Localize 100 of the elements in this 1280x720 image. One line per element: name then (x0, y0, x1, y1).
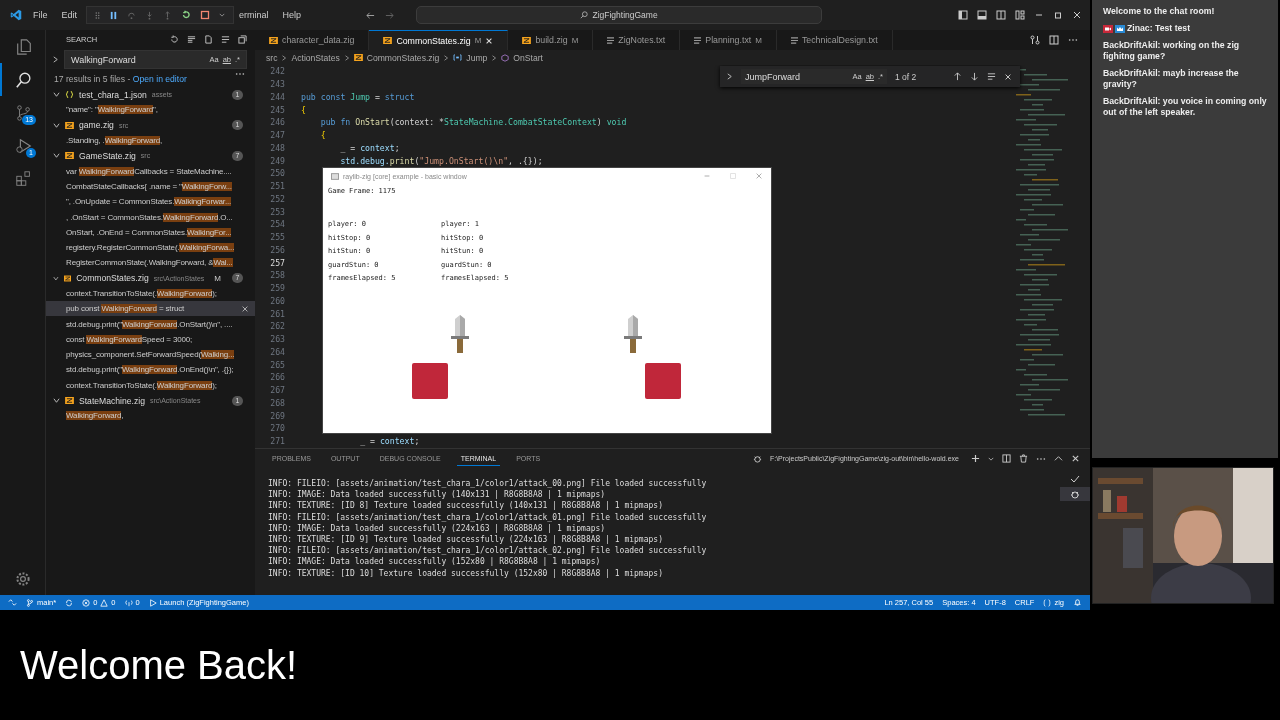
breadcrumb-item[interactable]: ActionStates (291, 52, 340, 63)
trash-icon[interactable] (1019, 454, 1028, 463)
error-icon (82, 598, 91, 607)
camera-badge-icon (1103, 24, 1113, 33)
crown-badge-icon (1115, 24, 1125, 33)
line-number: 263 (269, 334, 285, 345)
match-result[interactable]: registery.RegisterCommonState(.WalkingForwa... (46, 239, 255, 256)
compare-changes-icon[interactable] (1030, 35, 1040, 45)
zig-file-icon (65, 397, 74, 405)
match-result[interactable]: physics_component.SetForwardSpeed(Walking... (46, 347, 255, 363)
match-result[interactable]: "name": "WalkingForward", (46, 102, 255, 118)
chat-message: Welcome to the chat room! (1103, 6, 1216, 17)
match-result[interactable]: CombatStateCallbacks{ .name = "WalkingForw... (46, 178, 255, 195)
view-as-tree-icon[interactable] (221, 34, 230, 44)
editor-tab[interactable]: Planning.txt M (680, 30, 777, 50)
split-layout-icon[interactable] (996, 10, 1006, 20)
stop-icon[interactable] (200, 10, 211, 20)
editor-tab[interactable]: build.zig M (508, 30, 594, 50)
remote-icon[interactable] (8, 598, 17, 607)
step-over-icon[interactable] (127, 10, 137, 20)
caret-icon[interactable] (988, 455, 994, 462)
chevron-icon (281, 54, 288, 61)
match-result[interactable]: std.debug.print("WalkingForward.OnEnd()\n", .{}); (46, 362, 255, 378)
sync-icon[interactable] (65, 598, 74, 607)
find-in-selection-icon[interactable] (987, 72, 996, 81)
menu-item[interactable]: erminal (236, 10, 272, 20)
more-icon[interactable] (235, 72, 245, 76)
forward-arrow-icon[interactable] (385, 10, 395, 20)
menu-item[interactable]: File (30, 10, 51, 20)
check-icon[interactable] (1070, 474, 1080, 484)
close-icon[interactable] (1071, 454, 1080, 463)
terminal-line: INFO: IMAGE: Data loaded successfully (152x80 | R8G8B8A8 | 1 mipmaps) (268, 557, 602, 569)
collapse-all-icon[interactable] (238, 34, 247, 44)
zig-file-icon (353, 54, 363, 61)
match-result[interactable]: OnStart, .OnEnd = CommonStates.WalkingFor... (46, 224, 255, 240)
plus-icon[interactable] (971, 454, 980, 463)
up-arrow-icon[interactable] (953, 72, 962, 81)
match-result[interactable]: context.TransitionToState(.WalkingForward); (46, 285, 255, 302)
search-icon (580, 11, 589, 19)
match-result[interactable]: WalkingForward, (46, 408, 255, 424)
command-center[interactable]: ZigFightingGame (416, 6, 823, 24)
refresh-icon[interactable] (170, 34, 179, 44)
menu-item[interactable]: Edit (58, 10, 81, 20)
match-result[interactable]: .Standing, .WalkingForward, (46, 132, 255, 149)
sidebar-toggle-icon[interactable] (958, 10, 968, 20)
open-in-editor-link[interactable]: Open in editor (132, 74, 187, 84)
down-arrow-icon[interactable] (970, 72, 979, 81)
match-result[interactable]: pub const WalkingForward = struct (46, 301, 255, 317)
chevron-icon[interactable] (726, 73, 733, 80)
chevron-icon (343, 54, 350, 61)
split-editor-icon[interactable] (1049, 35, 1059, 45)
breadcrumb-item[interactable]: OnStart (513, 52, 543, 63)
editor-tab[interactable]: TechnicalDesign.txt (776, 30, 893, 50)
maximize-panel-icon[interactable] (1054, 454, 1063, 463)
close-icon[interactable] (1004, 72, 1012, 81)
warning-icon (100, 598, 109, 607)
layout-icon[interactable] (1015, 10, 1025, 20)
line-number: 259 (269, 283, 285, 294)
match-result[interactable]: std.debug.print("WalkingForward.OnStart()\n", .... (46, 316, 255, 332)
match-result[interactable]: var WalkingForwardCallbacks = StateMachine.... (46, 163, 255, 179)
match-result[interactable]: context.TransitionToState(.WalkingForward); (46, 377, 255, 393)
more-icon[interactable] (1068, 38, 1078, 42)
editor-tab[interactable]: ZigNotes.txt (593, 30, 681, 50)
breadcrumb-item[interactable]: CommonStates.zig (366, 52, 440, 63)
chevron-icon[interactable] (52, 56, 59, 63)
caret-icon[interactable] (219, 12, 226, 18)
bell-icon[interactable] (1073, 598, 1082, 607)
line-number: 254 (269, 219, 285, 230)
grip-icon[interactable] (95, 10, 101, 20)
split-terminal-icon[interactable] (1002, 454, 1011, 463)
code-line: _ = context; (359, 436, 420, 447)
match-count: 1 of 2 (895, 71, 918, 82)
clear-results-icon[interactable] (187, 34, 196, 44)
line-number: 247 (269, 130, 285, 141)
zig-file-icon (269, 36, 278, 44)
panel-toggle-icon[interactable] (977, 10, 987, 20)
terminal-line: INFO: FILEIO: [assets/animation/test_chara_1/color1/attack_01.png] File loaded successfully (268, 512, 708, 524)
editor-tab[interactable]: CommonStates.zig M (369, 30, 509, 50)
terminal-list-item[interactable] (1060, 487, 1090, 501)
pause-icon[interactable] (109, 10, 119, 20)
menu-item[interactable]: Help (279, 10, 305, 20)
close-icon[interactable] (1072, 10, 1082, 20)
back-arrow-icon[interactable] (366, 10, 376, 20)
match-result[interactable]: , .OnStart = CommonStates.WalkingForward.O... (46, 209, 255, 225)
more-icon[interactable] (1036, 456, 1046, 461)
new-search-icon[interactable] (204, 34, 213, 44)
restart-icon[interactable] (181, 10, 192, 20)
line-number: 250 (269, 168, 285, 179)
breadcrumb-item[interactable]: src (266, 52, 278, 63)
terminal-line: INFO: TEXTURE: [ID 8] Texture loaded successfully (140x131 | R8G8B8A8 | 1 mipmaps) (268, 501, 664, 513)
dismiss-icon[interactable] (241, 304, 249, 313)
extensions-icon (14, 169, 33, 188)
restore-icon[interactable] (1053, 10, 1063, 20)
text-file-icon (607, 36, 615, 44)
match-result[interactable]: const WalkingForwardSpeed = 3000; (46, 331, 255, 348)
files-icon (14, 37, 33, 56)
breadcrumb-item[interactable]: Jump (466, 52, 488, 63)
match-result[interactable]: RegisterCommonState(.WalkingForward, &Wal... (46, 255, 255, 271)
settings-icon[interactable] (14, 571, 31, 587)
match-result[interactable]: ", .OnUpdate = CommonStates.WalkingForwar... (46, 194, 255, 210)
